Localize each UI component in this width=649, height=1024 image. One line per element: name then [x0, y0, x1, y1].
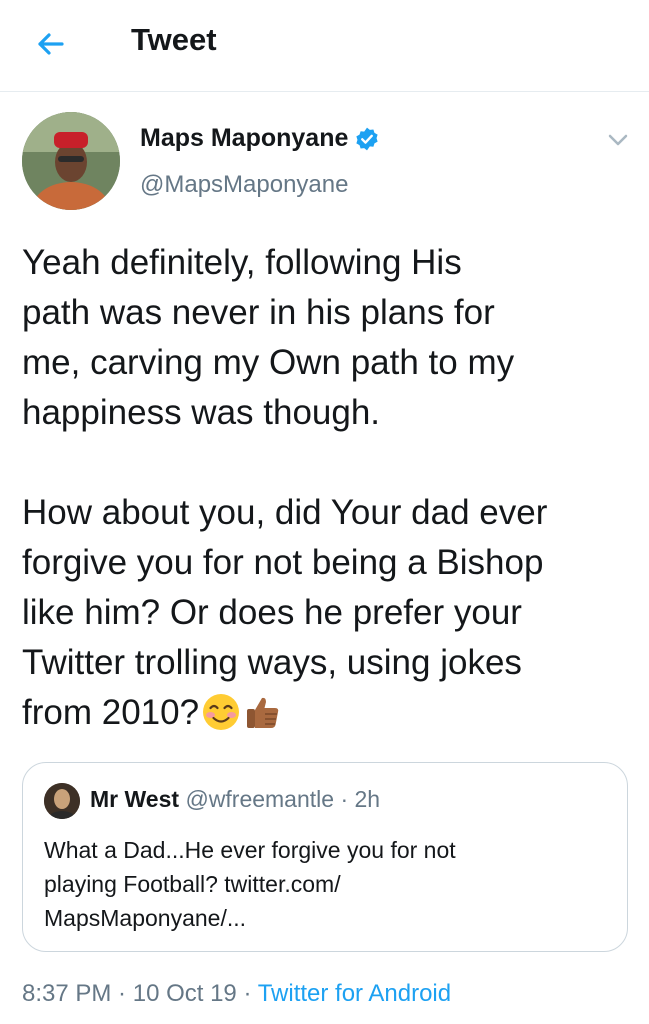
quoted-tweet[interactable]: Mr West @wfreemantle · 2h What a Dad...H…: [22, 762, 628, 952]
tweet-body: Yeah definitely, following His path was …: [22, 238, 632, 738]
avatar-image: [22, 112, 120, 210]
top-bar: Tweet: [0, 0, 649, 92]
smiling-face-icon: [203, 694, 240, 730]
quoted-avatar-image: [44, 783, 80, 819]
author-name-row[interactable]: Maps Maponyane: [140, 124, 380, 153]
chevron-down-icon[interactable]: [605, 130, 631, 150]
meta-separator-1: ·: [111, 980, 133, 1007]
tweet-text: Yeah definitely, following His path was …: [22, 243, 548, 732]
meta-separator-2: ·: [236, 980, 258, 1007]
quoted-handle: @wfreemantle: [185, 786, 335, 812]
quoted-time: 2h: [354, 786, 381, 812]
quoted-avatar: [44, 783, 80, 819]
verified-badge-icon: [356, 127, 378, 150]
quoted-header: Mr West @wfreemantle · 2h: [90, 786, 380, 813]
author-avatar[interactable]: [22, 112, 120, 210]
quoted-name: Mr West: [90, 786, 180, 812]
thumbs-up-icon: [247, 697, 279, 728]
back-arrow-icon[interactable]: [30, 24, 70, 64]
tweet-meta: 8:37 PM · 10 Oct 19 · Twitter for Androi…: [22, 980, 451, 1008]
quoted-separator: ·: [334, 786, 355, 812]
quoted-text: What a Dad...He ever forgive you for not…: [44, 837, 456, 931]
tweet-date: 10 Oct 19: [132, 980, 237, 1007]
tweet-time: 8:37 PM: [22, 980, 112, 1007]
tweet-source-link[interactable]: Twitter for Android: [258, 980, 451, 1007]
author-handle[interactable]: @MapsMaponyane: [140, 171, 348, 199]
page-title: Tweet: [131, 22, 217, 57]
author-name[interactable]: Maps Maponyane: [140, 124, 348, 153]
